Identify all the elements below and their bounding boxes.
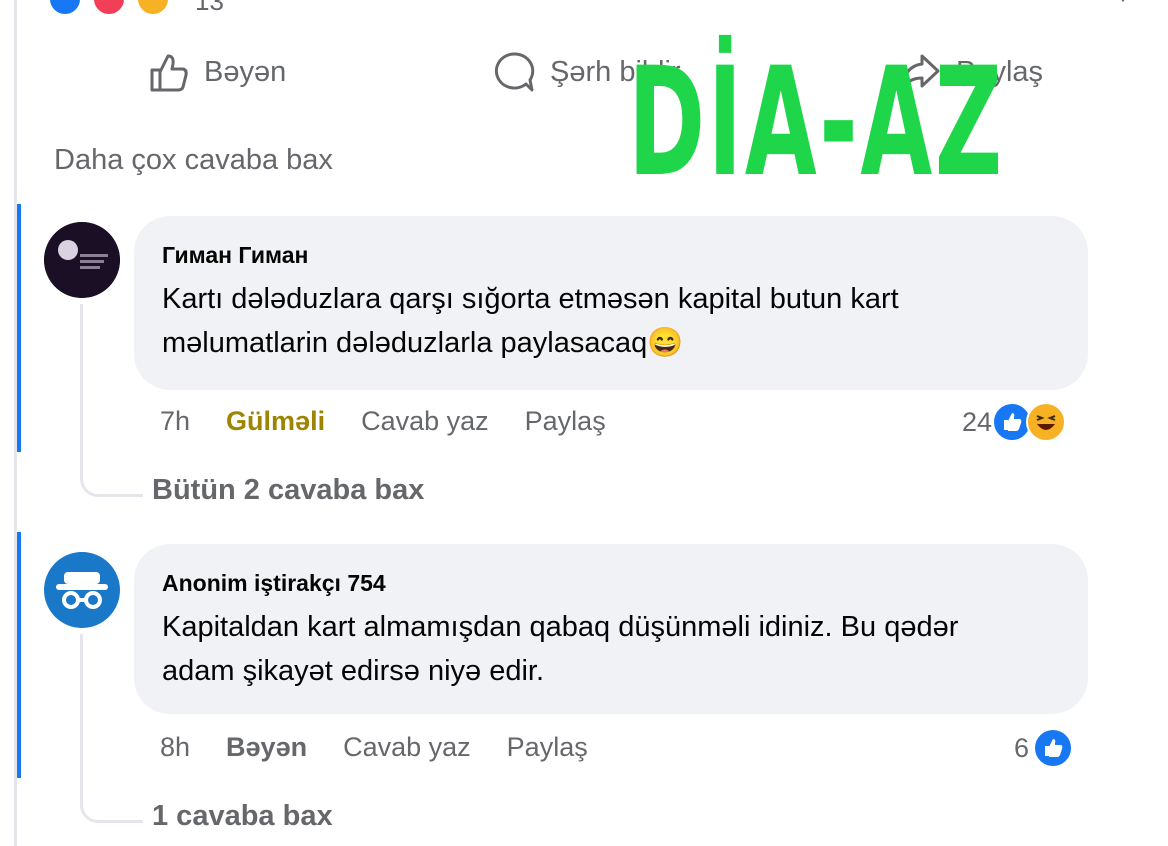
reply-connector-line <box>80 304 143 497</box>
reply-connector-line <box>80 634 143 823</box>
share-comment-button[interactable]: Paylaş <box>507 732 588 763</box>
wow-icon <box>136 0 170 16</box>
post-top-icons <box>1028 0 1148 12</box>
comment-reaction-count[interactable]: 6 <box>1014 728 1074 768</box>
view-more-replies-link[interactable]: Daha çox cavaba bax <box>54 144 333 177</box>
like-button[interactable]: Bəyən <box>146 50 286 94</box>
comment-author[interactable]: Anonim iştirakçı 754 <box>162 570 1060 597</box>
like-icon <box>1033 728 1074 768</box>
comment-text-line-2: məlumatlarin dələduzlarla paylasacaq <box>162 327 648 359</box>
reaction-count-number: 24 <box>962 406 993 437</box>
thread-highlight-bar <box>17 532 21 778</box>
avatar[interactable] <box>44 552 120 628</box>
comment-text: Kapitaldan kart almamışdan qabaq düşünmə… <box>162 605 1060 693</box>
anonymous-incognito-icon <box>56 572 108 609</box>
like-label: Bəyən <box>204 55 287 88</box>
comment-bubble-icon <box>494 52 535 92</box>
reply-button[interactable]: Cavab yaz <box>361 406 489 437</box>
thread-highlight-bar <box>17 204 21 452</box>
comment-text-line: məlumatlarin dələduzlarla paylasacaq😄 <box>162 321 1060 365</box>
grinning-emoji: 😄 <box>647 327 684 359</box>
view-all-replies-link[interactable]: Bütün 2 cavaba bax <box>152 474 424 507</box>
share-comment-button[interactable]: Paylaş <box>525 406 606 437</box>
comment-reaction-count[interactable]: 24 <box>962 402 1067 442</box>
reply-button[interactable]: Cavab yaz <box>343 732 471 763</box>
comment-text-line: Kartı dələduzlara qarşı sığorta etməsən … <box>162 283 899 315</box>
avatar-image <box>44 222 120 298</box>
reaction-count-number: 6 <box>1014 732 1030 763</box>
love-icon <box>92 0 126 16</box>
avatar[interactable] <box>44 222 120 298</box>
comment-text: Kartı dələduzlara qarşı sığorta etməsən … <box>162 277 1060 365</box>
haha-icon <box>1026 402 1067 442</box>
watermark-logo: DİA-AZ <box>628 36 1005 210</box>
like-icon <box>48 0 82 16</box>
comment-bubble: Гиман Гиман Kartı dələduzlara qarşı sığo… <box>134 216 1088 390</box>
comment-timestamp[interactable]: 7h <box>160 406 190 437</box>
comment-bubble: Anonim iştirakçı 754 Kapitaldan kart alm… <box>134 544 1088 714</box>
comment-text-line: adam şikayət edirsə niyə edir. <box>162 655 545 687</box>
reaction-haha-label[interactable]: Gülməli <box>226 406 325 437</box>
post-reaction-count[interactable]: 13 <box>195 0 224 17</box>
thumb-up-icon <box>150 54 188 92</box>
comment-author[interactable]: Гиман Гиман <box>162 242 1060 269</box>
like-comment-button[interactable]: Bəyən <box>226 732 307 763</box>
view-replies-link[interactable]: 1 cavaba bax <box>152 800 333 833</box>
comment-meta: 7h Gülməli Cavab yaz Paylaş <box>160 406 642 437</box>
comment-meta: 8h Bəyən Cavab yaz Paylaş <box>160 732 624 763</box>
comment-share-icons <box>1121 0 1125 2</box>
comment-timestamp[interactable]: 8h <box>160 732 190 763</box>
comment-text-line: Kapitaldan kart almamışdan qabaq düşünmə… <box>162 611 959 643</box>
